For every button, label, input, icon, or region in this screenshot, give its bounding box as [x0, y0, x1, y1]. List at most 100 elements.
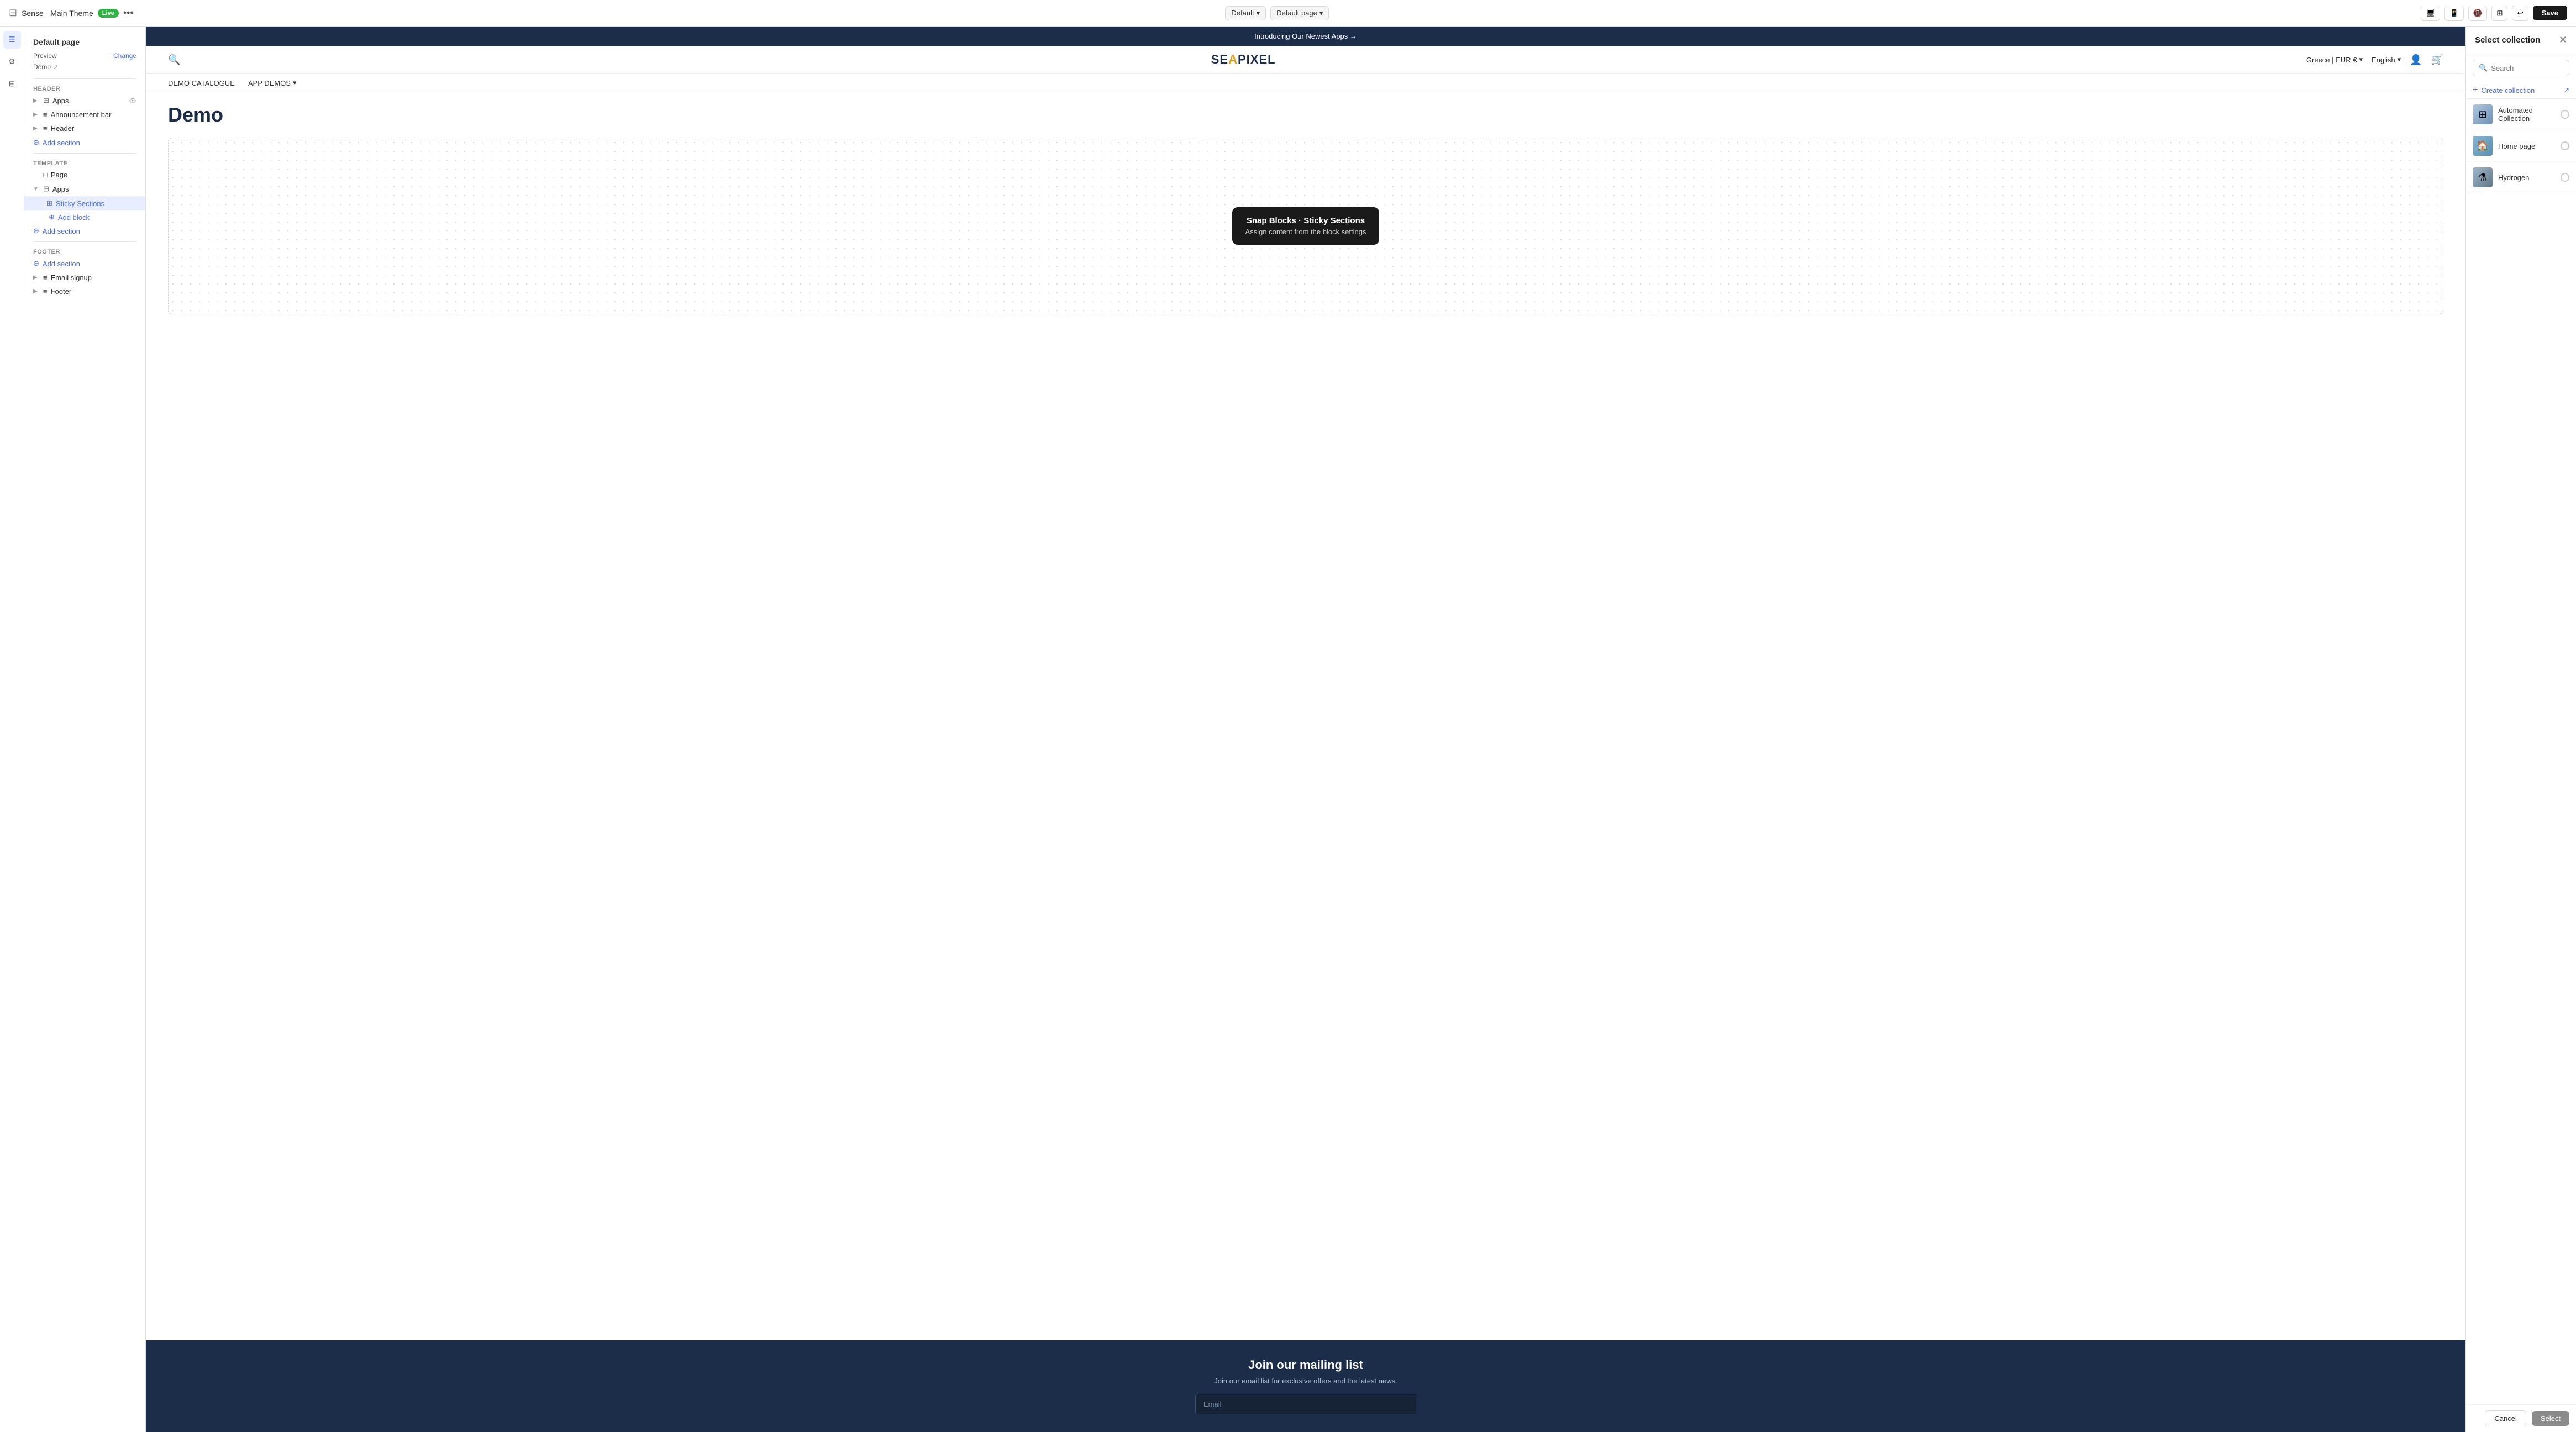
footer-title: Join our mailing list	[168, 1358, 2443, 1372]
hydrogen-radio[interactable]	[2561, 173, 2569, 182]
email-signup-item[interactable]: ▶ ≡ Email signup	[24, 271, 145, 285]
save-button[interactable]: Save	[2533, 6, 2567, 20]
store-footer: Join our mailing list Join our email lis…	[146, 1340, 2465, 1432]
grid-icon-btn[interactable]: ⊞	[2491, 6, 2507, 21]
page-demo-title: Demo	[146, 92, 2465, 138]
nav-left-icons: 🔍	[168, 54, 180, 66]
search-box: 🔍	[2473, 60, 2569, 76]
nav-lang: Greece | EUR € ▾	[2306, 55, 2363, 64]
sticky-sections-item[interactable]: ⊞ Sticky Sections	[24, 196, 145, 210]
page-item[interactable]: □ Page	[24, 168, 145, 182]
cancel-button[interactable]: Cancel	[2485, 1410, 2526, 1426]
page-dropdown[interactable]: Default page ▾	[1270, 6, 1329, 20]
page-icon: □	[43, 171, 48, 179]
auto-thumb-icon: ⊞	[2478, 109, 2486, 120]
demo-label: Demo	[33, 63, 51, 71]
divider-1	[33, 78, 136, 79]
theme-name: Sense - Main Theme	[22, 9, 93, 18]
store-nav: 🔍 SEAPIXEL Greece | EUR € ▾ English ▾ 👤 …	[146, 46, 2465, 74]
change-button[interactable]: Change	[113, 52, 136, 60]
main-layout: ☰ ⚙ ⊞ Default page Preview Change Demo ↗…	[0, 27, 2576, 1432]
header-label: Header	[51, 124, 75, 133]
plus-icon-2: ⊕	[49, 213, 55, 222]
add-section-footer-button[interactable]: ⊕ Add section	[24, 256, 89, 271]
collection-automated[interactable]: ⊞ Automated Collection	[2466, 99, 2576, 130]
footer-group: Footer ⊕ Add section ▶ ≡ Email signup ▶ …	[24, 245, 145, 298]
chevron-down-icon: ▾	[2359, 55, 2363, 64]
sticky-sections-icon: ⊞	[46, 199, 52, 208]
hydrogen-thumb-icon: ⚗	[2478, 172, 2487, 183]
more-button[interactable]: •••	[123, 7, 134, 19]
header-item[interactable]: ▶ ≡ Header	[24, 122, 145, 135]
divider-3	[33, 241, 136, 242]
announcement-text: Introducing Our Newest Apps →	[1254, 32, 1357, 40]
apps-item[interactable]: ▶ ⊞ Apps 👁	[24, 93, 145, 108]
announcement-label: Announcement bar	[51, 110, 112, 119]
store-logo: SEAPIXEL	[1211, 52, 1276, 67]
right-panel-header: Select collection ✕	[2466, 27, 2576, 54]
plus-icon-4: ⊕	[33, 259, 39, 268]
sections-icon-btn[interactable]: ☰	[3, 31, 21, 49]
app-demos-link[interactable]: APP DEMOS ▾	[248, 78, 297, 87]
nav-lang-selector: English ▾	[2372, 55, 2401, 64]
homepage-radio[interactable]	[2561, 141, 2569, 150]
nav-right: Greece | EUR € ▾ English ▾ 👤 🛒	[2306, 54, 2443, 66]
app-demos-chevron: ▾	[293, 78, 297, 87]
default-dropdown[interactable]: Default ▾	[1225, 6, 1266, 20]
hydrogen-thumb: ⚗	[2473, 167, 2493, 187]
topbar-left: ⊟ Sense - Main Theme Live •••	[9, 7, 134, 19]
plus-icon-3: ⊕	[33, 227, 39, 235]
email-input[interactable]	[1195, 1394, 1416, 1414]
footer-icon: ≡	[43, 287, 48, 296]
demo-catalogue-link[interactable]: DEMO CATALOGUE	[168, 78, 235, 87]
select-button[interactable]: Select	[2532, 1411, 2569, 1426]
apps-item-icon: ⊞	[43, 96, 49, 105]
collection-homepage[interactable]: 🏠 Home page	[2466, 130, 2576, 162]
page-label: Page	[51, 171, 67, 179]
bottom-bar: Cancel Select	[2466, 1404, 2576, 1432]
live-badge: Live	[98, 9, 119, 18]
search-icon-panel: 🔍	[2479, 64, 2488, 72]
announcement-item[interactable]: ▶ ≡ Announcement bar	[24, 108, 145, 122]
undo-btn[interactable]: ↩	[2512, 6, 2528, 21]
close-button[interactable]: ✕	[2559, 34, 2567, 46]
create-collection-button[interactable]: + Create collection ↗	[2466, 82, 2576, 99]
search-icon[interactable]: 🔍	[168, 54, 180, 66]
add-section-2-button[interactable]: ⊕ Add section	[24, 224, 89, 238]
left-panels: ☰ ⚙ ⊞ Default page Preview Change Demo ↗…	[0, 27, 146, 1432]
desktop-icon-btn[interactable]: 🖥	[2421, 6, 2440, 21]
snap-tooltip-title: Snap Blocks · Sticky Sections	[1245, 216, 1366, 225]
expand-icon-5: ▼	[33, 186, 40, 192]
mobile-icon-btn[interactable]: 📵	[2468, 6, 2488, 21]
apps-template-item[interactable]: ▼ ⊞ Apps	[24, 182, 145, 196]
collection-hydrogen[interactable]: ⚗ Hydrogen	[2466, 162, 2576, 193]
user-icon[interactable]: 👤	[2410, 54, 2422, 66]
cart-icon[interactable]: 🛒	[2431, 54, 2443, 66]
right-panel: Select collection ✕ 🔍 + Create collectio…	[2465, 27, 2576, 1432]
apps-template-icon: ⊞	[43, 185, 49, 193]
settings-icon-btn[interactable]: ⚙	[3, 53, 21, 71]
home-thumb-icon: 🏠	[2477, 140, 2489, 152]
sidebar-content: Default page Preview Change Demo ↗ Heade…	[24, 27, 145, 1432]
collection-search-input[interactable]	[2491, 64, 2563, 72]
expand-icon-6: ▶	[33, 275, 40, 281]
add-block-button[interactable]: ⊕ Add block	[24, 210, 98, 224]
template-label: Template	[24, 157, 145, 168]
footer-label: Footer	[24, 245, 145, 256]
topbar-center: Default ▾ Default page ▾	[1225, 6, 1329, 20]
store-menu: DEMO CATALOGUE APP DEMOS ▾	[146, 74, 2465, 92]
automated-radio[interactable]	[2561, 110, 2569, 119]
divider-2	[33, 153, 136, 154]
expand-icon-3: ▶	[33, 125, 40, 131]
expand-icon-2: ▶	[33, 112, 40, 118]
tablet-icon-btn[interactable]: 📱	[2444, 6, 2464, 21]
preview-frame: Introducing Our Newest Apps → 🔍 SEAPIXEL…	[146, 27, 2465, 1432]
footer-item[interactable]: ▶ ≡ Footer	[24, 285, 145, 298]
expand-icon-7: ▶	[33, 288, 40, 294]
eye-icon: 👁	[129, 97, 136, 104]
add-section-1-button[interactable]: ⊕ Add section	[24, 135, 89, 150]
automated-thumb: ⊞	[2473, 104, 2493, 124]
preview-label: Preview	[33, 52, 57, 60]
footer-subtitle: Join our email list for exclusive offers…	[168, 1377, 2443, 1385]
apps-icon-btn[interactable]: ⊞	[3, 75, 21, 93]
